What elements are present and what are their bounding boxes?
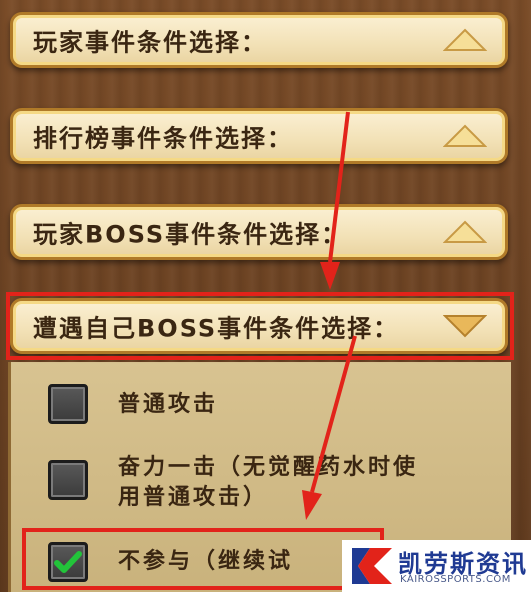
annotation-arrows [302,111,357,520]
arrow-head-2 [302,490,322,520]
kairos-logo-icon [352,548,392,584]
arrow-head-1 [320,262,340,290]
arrow-line-1 [328,111,350,263]
arrow-line-2 [310,335,357,493]
watermark: 凯劳斯资讯 KAIROSSPORTS.COM [342,540,531,592]
watermark-url: KAIROSSPORTS.COM [400,574,511,585]
